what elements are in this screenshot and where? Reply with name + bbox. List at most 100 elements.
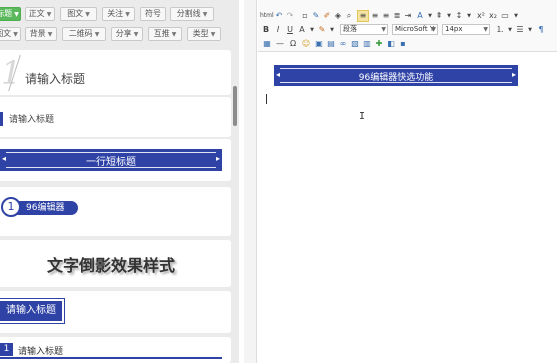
banner-title: 96编辑器快选功能: [358, 73, 434, 83]
filter-type-button[interactable]: 类型 ▼: [187, 27, 221, 41]
template-card-circle-pill[interactable]: 1 96编辑器: [0, 187, 231, 236]
editor-toolbar: html ↶ ↷ ▫ ✎ ✐ ◈ ⌕ ≡ ≡ ≡ ≣ ⇥ A ▼ ⇞ ▼ ↕ ▼…: [258, 0, 557, 52]
line-height-icon[interactable]: ↕: [454, 11, 464, 21]
ibeam-cursor-icon: I: [359, 111, 366, 122]
content-banner[interactable]: ◂ ▸ 96编辑器快选功能: [274, 65, 518, 86]
filter-background-button[interactable]: 背景 ▼: [25, 27, 57, 41]
html-source-icon[interactable]: html: [260, 11, 274, 21]
filter-cross-promo-label: 互推: [153, 29, 170, 38]
accent-bar: [0, 112, 3, 126]
underline-bar: [0, 357, 222, 359]
editor-content[interactable]: ◂ ▸ 96编辑器快选功能 I: [258, 53, 557, 363]
filter-qrcode-button[interactable]: 二维码 ▼: [62, 27, 106, 41]
video-icon[interactable]: ▤: [326, 39, 336, 49]
template-card-shadow-text[interactable]: 文字倒影效果样式: [0, 240, 231, 287]
caret-down-icon: ▼: [202, 11, 208, 18]
filter-divider-label: 分割线: [176, 9, 201, 18]
paragraph-spacing-icon[interactable]: ⇞: [434, 11, 444, 21]
border-icon[interactable]: ▭: [500, 11, 510, 21]
map-icon[interactable]: ▧: [350, 39, 360, 49]
italic-icon[interactable]: I: [273, 25, 283, 35]
font-family-value: MicroSoft Y: [395, 25, 435, 33]
filter-image-text-2-button[interactable]: 图文▼: [0, 27, 21, 41]
table-icon[interactable]: ▦: [262, 39, 272, 49]
caret-down-icon: ▼: [483, 26, 488, 33]
filter-follow-button[interactable]: 关注 ▼: [102, 7, 135, 21]
filter-divider-button[interactable]: 分割线 ▼: [170, 7, 214, 21]
redo-icon[interactable]: ↷: [285, 11, 295, 21]
align-center-icon[interactable]: ≡: [370, 11, 380, 21]
caret-down-icon[interactable]: ▼: [505, 25, 515, 35]
align-left-icon[interactable]: ≡: [357, 10, 369, 22]
template-card-numbered-underline[interactable]: 1 请输入标题: [0, 337, 231, 363]
undo-icon[interactable]: ↶: [274, 11, 284, 21]
filter-image-text-button[interactable]: 图文 ▼: [60, 7, 97, 21]
format-painter-icon[interactable]: ✐: [322, 11, 332, 21]
caret-down-icon: ▼: [46, 11, 52, 18]
caret-down-icon: ▼: [125, 11, 130, 18]
editor-panel: html ↶ ↷ ▫ ✎ ✐ ◈ ⌕ ≡ ≡ ≡ ≣ ⇥ A ▼ ⇞ ▼ ↕ ▼…: [244, 0, 557, 363]
horizontal-rule-icon[interactable]: —: [275, 39, 285, 49]
font-family-select[interactable]: MicroSoft Y ▼: [392, 24, 438, 35]
caret-down-icon[interactable]: ▼: [525, 25, 535, 35]
filter-image-text-label: 图文: [67, 9, 84, 18]
filter-body-button[interactable]: 正文 ▼: [25, 7, 55, 21]
font-color-icon[interactable]: A: [297, 25, 307, 35]
circle-number: 1: [1, 197, 21, 217]
text-direction-icon[interactable]: ¶: [536, 25, 546, 35]
ordered-list-icon[interactable]: ⒈: [495, 25, 505, 35]
filter-qrcode-label: 二维码: [68, 29, 93, 38]
save-icon[interactable]: ▪: [398, 39, 408, 49]
superscript-icon[interactable]: x²: [476, 11, 486, 21]
caret-down-icon: ▼: [94, 31, 100, 38]
caret-down-icon[interactable]: ▼: [444, 11, 454, 21]
align-justify-icon[interactable]: ≣: [392, 11, 402, 21]
template-title: 文字倒影效果样式: [46, 256, 175, 275]
link-icon[interactable]: ∞: [338, 39, 348, 49]
template-title: 请输入标题: [25, 72, 86, 86]
template-list: 1 请输入标题 请输入标题 ◂ ▸ 一行短标题 1 96编辑器 文字倒影效果样式…: [0, 46, 231, 363]
template-title: 请输入标题: [18, 347, 64, 357]
template-card-boxed-title[interactable]: 请输入标题: [0, 291, 231, 333]
unordered-list-icon[interactable]: ☰: [515, 25, 525, 35]
filter-image-text-2-label: 图文: [0, 29, 12, 38]
square-number: 1: [0, 343, 13, 356]
template-card-numbered-title[interactable]: 1 请输入标题: [0, 50, 231, 95]
caret-down-icon[interactable]: ▼: [464, 11, 474, 21]
image-icon[interactable]: ▣: [314, 39, 324, 49]
template-title: 一行短标题: [86, 157, 136, 168]
template-card-bar-title[interactable]: 请输入标题: [0, 97, 231, 137]
special-char-icon[interactable]: Ω: [288, 39, 298, 49]
filter-symbol-button[interactable]: 符号: [140, 7, 166, 21]
filter-share-button[interactable]: 分享 ▼: [111, 27, 143, 41]
highlight-icon[interactable]: ✎: [317, 25, 327, 35]
caret-down-icon[interactable]: ▼: [327, 25, 337, 35]
scrollbar-thumb[interactable]: [233, 86, 237, 126]
bold-icon[interactable]: B: [261, 25, 271, 35]
indent-icon[interactable]: ⇥: [403, 11, 413, 21]
caret-down-icon: ▼: [381, 26, 386, 33]
caret-down-icon: ▼: [47, 31, 53, 38]
font-size-select[interactable]: 14px ▼: [442, 24, 490, 35]
font-color-icon[interactable]: A: [415, 11, 425, 21]
filter-title-button[interactable]: 标题▼: [0, 7, 21, 21]
preview-icon[interactable]: ◧: [386, 39, 396, 49]
filter-body-label: 正文: [28, 9, 45, 18]
puzzle-icon[interactable]: ✚: [374, 39, 384, 49]
template-icon[interactable]: ▥: [362, 39, 372, 49]
eraser-icon[interactable]: ✎: [311, 11, 321, 21]
align-right-icon[interactable]: ≡: [381, 11, 391, 21]
subscript-icon[interactable]: x₂: [488, 11, 498, 21]
template-card-banner-title[interactable]: ◂ ▸ 一行短标题: [0, 139, 231, 181]
emoji-icon[interactable]: ☺: [301, 39, 311, 49]
underline-icon[interactable]: U: [285, 25, 295, 35]
caret-down-icon: ▼: [13, 31, 18, 38]
clear-format-icon[interactable]: ◈: [333, 11, 343, 21]
caret-down-icon[interactable]: ▼: [511, 11, 521, 21]
filter-cross-promo-button[interactable]: 互推 ▼: [148, 27, 182, 41]
new-document-icon[interactable]: ▫: [300, 11, 310, 21]
caret-down-icon[interactable]: ▼: [307, 25, 317, 35]
find-replace-icon[interactable]: ⌕: [344, 11, 354, 21]
paragraph-format-select[interactable]: 段落 ▼: [340, 24, 388, 35]
text-caret: [266, 94, 267, 104]
